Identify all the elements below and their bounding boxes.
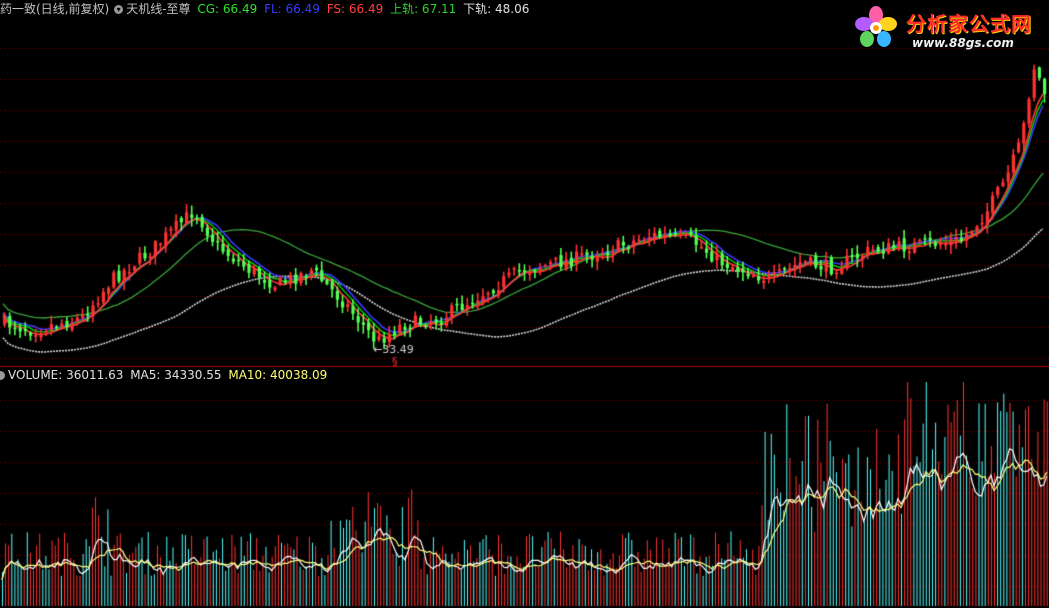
indicator-dropdown-icon[interactable]: ▾ bbox=[114, 5, 124, 14]
upper-band-value: 上轨: 67.11 bbox=[390, 2, 457, 16]
ma5-value: MA5: 34330.55 bbox=[130, 368, 222, 382]
cg-value: CG: 66.49 bbox=[197, 2, 258, 16]
fl-value: FL: 66.49 bbox=[264, 2, 320, 16]
indicator-name: 天机线-至尊 bbox=[126, 2, 191, 16]
volume-panel-header: VOLUME: 36011.63 MA5: 34330.55 MA10: 400… bbox=[0, 367, 330, 383]
flower-logo-icon bbox=[855, 6, 897, 47]
stock-chart-canvas[interactable] bbox=[0, 0, 1049, 608]
logo-url: www.88gs.com bbox=[912, 36, 1014, 50]
price-panel-header: 药一致(日线,前复权) ▾ 天机线-至尊 CG: 66.49 FL: 66.49 F… bbox=[0, 1, 532, 17]
logo-title: 分析家公式网 bbox=[906, 12, 1032, 36]
volume-indicator-icon[interactable] bbox=[0, 371, 5, 380]
stock-name: 药一致(日线,前复权) bbox=[0, 2, 110, 16]
lower-band-value: 下轨: 48.06 bbox=[463, 2, 530, 16]
fs-value: FS: 66.49 bbox=[326, 2, 384, 16]
volume-value: VOLUME: 36011.63 bbox=[8, 368, 124, 382]
site-logo[interactable]: 分析家公式网 www.88gs.com bbox=[852, 4, 1042, 54]
ma10-value: MA10: 40038.09 bbox=[228, 368, 328, 382]
